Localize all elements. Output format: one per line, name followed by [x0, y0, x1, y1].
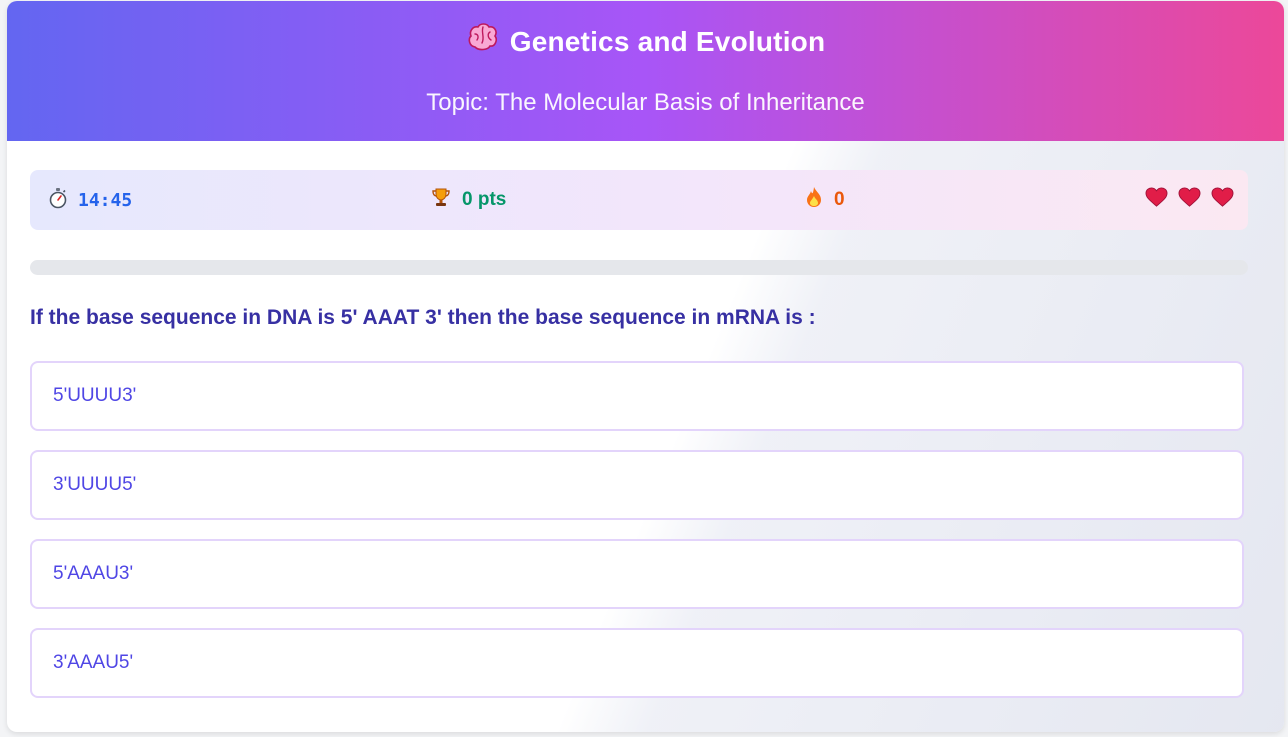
timer-stat: 14:45: [48, 170, 132, 230]
lives-indicator: [1145, 170, 1234, 230]
points-stat: 0 pts: [430, 170, 506, 230]
quiz-header: Genetics and Evolution Topic: The Molecu…: [7, 1, 1284, 141]
heart-icon: [1178, 187, 1201, 213]
answer-option-3[interactable]: 5'AAAU3': [30, 539, 1244, 609]
quiz-title: Genetics and Evolution: [509, 26, 826, 57]
answer-option-4[interactable]: 3'AAAU5': [30, 628, 1244, 698]
title-row: Genetics and Evolution: [7, 19, 1284, 65]
option-label: 5'UUUU3': [53, 385, 137, 406]
streak-stat: 0: [804, 170, 845, 230]
question-text: If the base sequence in DNA is 5' AAAT 3…: [30, 306, 816, 329]
answer-option-1[interactable]: 5'UUUU3': [30, 361, 1244, 431]
trophy-icon: [430, 186, 452, 214]
fire-icon: [804, 186, 824, 214]
heart-icon: [1145, 187, 1168, 213]
topic-subtitle: Topic: The Molecular Basis of Inheritanc…: [426, 89, 865, 116]
stats-bar: 14:45 0 pts 0: [30, 170, 1248, 230]
progress-bar: [30, 260, 1248, 275]
option-label: 3'AAAU5': [53, 652, 134, 673]
option-label: 5'AAAU3': [53, 563, 134, 584]
streak-value: 0: [834, 189, 845, 210]
answer-option-2[interactable]: 3'UUUU5': [30, 450, 1244, 520]
timer-value: 14:45: [78, 189, 133, 211]
stopwatch-icon: [48, 187, 68, 214]
brain-icon: [466, 21, 500, 55]
option-label: 3'UUUU5': [53, 474, 137, 495]
points-value: 0 pts: [462, 189, 507, 210]
heart-icon: [1211, 187, 1234, 213]
